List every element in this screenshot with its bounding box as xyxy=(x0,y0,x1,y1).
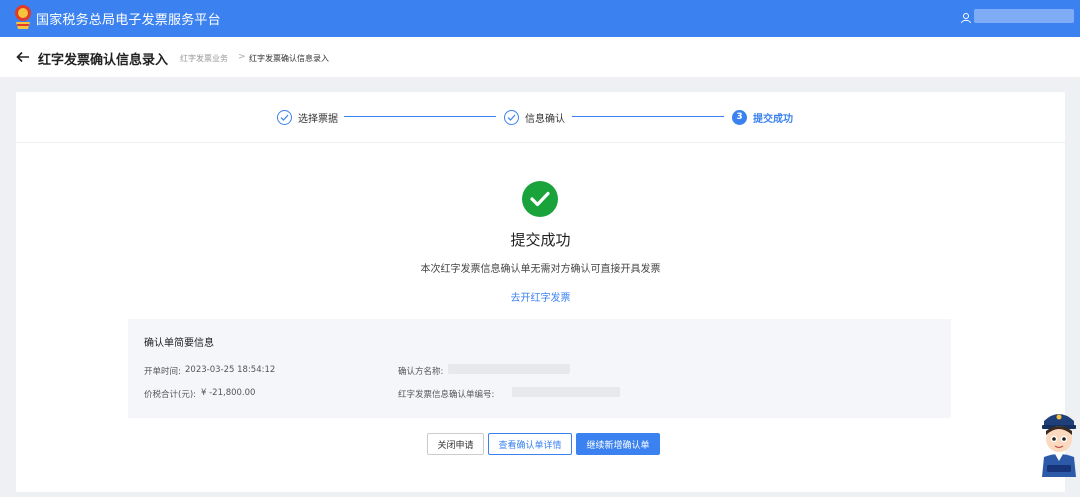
step-submit-success: 3 提交成功 xyxy=(732,109,793,125)
step-connector xyxy=(572,116,724,117)
result-description: 本次红字发票信息确认单无需对方确认可直接开具发票 xyxy=(420,264,661,275)
view-details-button[interactable]: 查看确认单详情 xyxy=(488,433,572,455)
continue-add-button[interactable]: 继续新增确认单 xyxy=(576,433,660,455)
success-check-icon xyxy=(522,181,558,217)
step-label: 提交成功 xyxy=(753,113,793,125)
step-confirm-info: 信息确认 xyxy=(504,109,565,125)
step-connector xyxy=(344,116,496,117)
total-amount-label: 价税合计(元): xyxy=(144,390,196,400)
step-label: 选择票据 xyxy=(298,113,338,125)
breadcrumb-item[interactable]: 红字发票业务 xyxy=(180,53,228,64)
user-name-redacted[interactable] xyxy=(974,9,1074,23)
page-title: 红字发票确认信息录入 xyxy=(38,53,169,68)
step-label: 信息确认 xyxy=(525,113,565,125)
confirmer-name-label: 确认方名称: xyxy=(398,367,444,377)
check-icon xyxy=(277,109,292,125)
step-select-tickets: 选择票据 xyxy=(277,109,338,125)
issue-red-invoice-link[interactable]: 去开红字发票 xyxy=(16,289,1065,304)
confirmer-name-redacted xyxy=(448,364,570,374)
main-card: 选择票据 信息确认 3 提交成功 提交成功 本次红字发票信息确认单无需对方确认可… xyxy=(16,92,1065,492)
issue-time-label: 开单时间: xyxy=(144,367,181,377)
user-icon[interactable] xyxy=(960,12,972,24)
step-number: 3 xyxy=(732,109,747,125)
back-arrow-icon[interactable] xyxy=(16,51,30,63)
close-application-button[interactable]: 关闭申请 xyxy=(427,433,484,455)
assistant-mascot-icon[interactable] xyxy=(1038,405,1080,477)
summary-panel: 确认单简要信息 开单时间: 2023-03-25 18:54:12 价税合计(元… xyxy=(128,319,951,418)
confirm-number-label: 红字发票信息确认单编号: xyxy=(398,390,495,400)
divider xyxy=(16,142,1065,143)
app-title: 国家税务总局电子发票服务平台 xyxy=(36,13,221,28)
breadcrumb-separator: > xyxy=(238,52,246,62)
check-icon xyxy=(504,109,519,125)
tax-emblem-icon xyxy=(15,5,31,29)
page-header: 红字发票确认信息录入 红字发票业务 > 红字发票确认信息录入 xyxy=(0,37,1080,77)
top-bar: 国家税务总局电子发票服务平台 xyxy=(0,0,1080,37)
summary-title: 确认单简要信息 xyxy=(144,338,214,349)
total-amount-value: ¥ -21,800.00 xyxy=(201,388,256,398)
breadcrumb-current: 红字发票确认信息录入 xyxy=(249,54,329,63)
issue-time-value: 2023-03-25 18:54:12 xyxy=(185,365,276,375)
confirm-number-redacted xyxy=(512,387,620,397)
result-title: 提交成功 xyxy=(510,231,571,249)
